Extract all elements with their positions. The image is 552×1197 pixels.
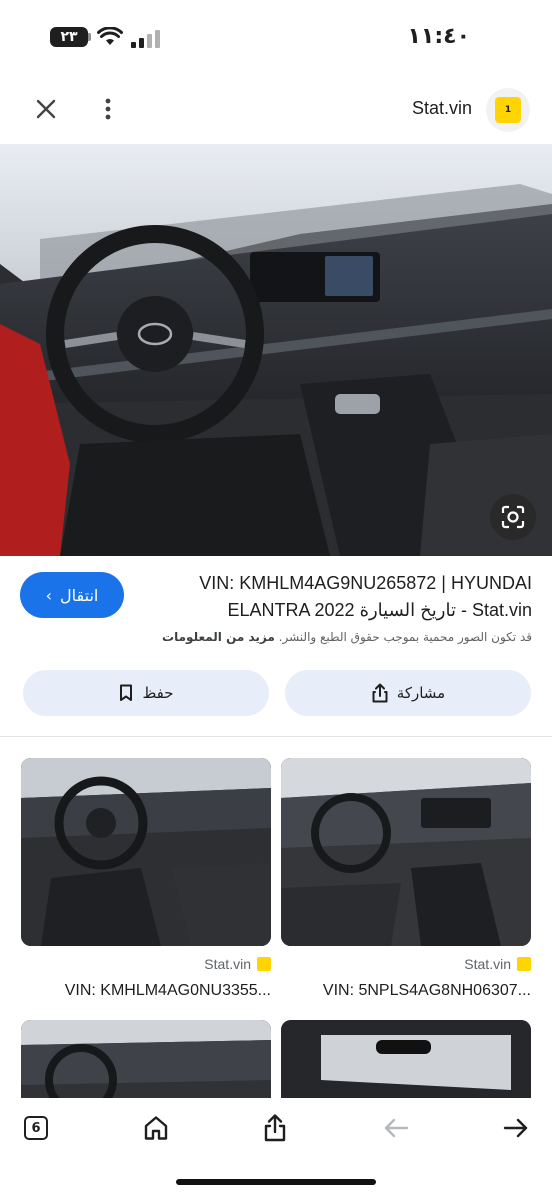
share-page-button[interactable] (257, 1110, 293, 1146)
more-info-link[interactable]: مزيد من المعلومات (162, 630, 275, 644)
result-info: ‹ انتقال VIN: KMHLM4AG9NU265872 | HYUNDA… (0, 556, 552, 736)
status-clock: ١١:٤٠ (407, 24, 470, 49)
home-button[interactable] (138, 1110, 174, 1146)
forward-button[interactable] (498, 1110, 534, 1146)
result-image[interactable] (0, 144, 552, 556)
save-button[interactable]: حفظ (23, 670, 269, 716)
related-source-name: Stat.vin (464, 956, 511, 972)
save-label: حفظ (142, 684, 174, 702)
status-bar: ٢٣ ١١:٤٠ (0, 0, 552, 74)
bookmark-icon (120, 684, 133, 701)
related-card[interactable]: Stat.vin VIN: KMHLM4AG0NU3355... (21, 758, 271, 1000)
site-logo-mark: 1 (495, 97, 521, 123)
related-card[interactable] (21, 1020, 271, 1098)
visit-button[interactable]: ‹ انتقال (20, 572, 124, 618)
home-indicator (176, 1179, 376, 1185)
back-button[interactable] (378, 1110, 414, 1146)
close-icon[interactable] (33, 96, 59, 122)
favicon-icon (517, 957, 531, 971)
copyright-notice: قد تكون الصور محمية بموجب حقوق الطبع وال… (12, 630, 532, 644)
related-source: Stat.vin (281, 946, 531, 982)
site-name[interactable]: Stat.vin (412, 98, 472, 119)
battery-indicator: ٢٣ (50, 27, 88, 47)
related-image[interactable] (281, 1020, 531, 1098)
battery-cap (88, 33, 91, 41)
share-button[interactable]: مشاركة (285, 670, 531, 716)
lens-search-button[interactable] (490, 494, 536, 540)
visit-label: انتقال (60, 585, 99, 605)
car-interior-image (0, 144, 552, 556)
share-label: مشاركة (396, 684, 446, 702)
related-title[interactable]: VIN: KMHLM4AG0NU3355... (21, 982, 271, 1000)
arrow-left-icon (384, 1118, 409, 1138)
copyright-text: قد تكون الصور محمية بموجب حقوق الطبع وال… (278, 630, 532, 644)
related-title[interactable]: VIN: 5NPLS4AG8NH06307... (281, 982, 531, 1000)
arrow-right-icon (503, 1118, 528, 1138)
favicon-icon (257, 957, 271, 971)
result-title[interactable]: VIN: KMHLM4AG9NU265872 | HYUNDAI ELANTRA… (142, 570, 532, 624)
related-source-name: Stat.vin (204, 956, 251, 972)
site-logo[interactable]: 1 (486, 88, 530, 132)
related-source: Stat.vin (21, 946, 271, 982)
more-vert-icon[interactable] (101, 96, 115, 122)
chevron-left-icon: ‹ (45, 585, 53, 605)
divider (0, 736, 552, 737)
home-icon (144, 1116, 168, 1140)
related-card[interactable] (281, 1020, 531, 1098)
tabs-count: 6 (24, 1116, 48, 1140)
bottom-toolbar: 6 (0, 1098, 552, 1197)
lens-top-bar: Stat.vin 1 (0, 74, 552, 144)
lens-icon (501, 505, 525, 529)
share-icon (264, 1114, 286, 1142)
related-results: Stat.vin VIN: KMHLM4AG0NU3355... Stat.vi… (0, 758, 552, 1098)
signal-icon (131, 30, 160, 48)
related-image[interactable] (21, 758, 271, 946)
related-card[interactable]: Stat.vin VIN: 5NPLS4AG8NH06307... (281, 758, 531, 1000)
related-image[interactable] (21, 1020, 271, 1098)
share-icon (372, 683, 388, 703)
related-image[interactable] (281, 758, 531, 946)
wifi-icon (97, 27, 123, 45)
tabs-button[interactable]: 6 (18, 1110, 54, 1146)
